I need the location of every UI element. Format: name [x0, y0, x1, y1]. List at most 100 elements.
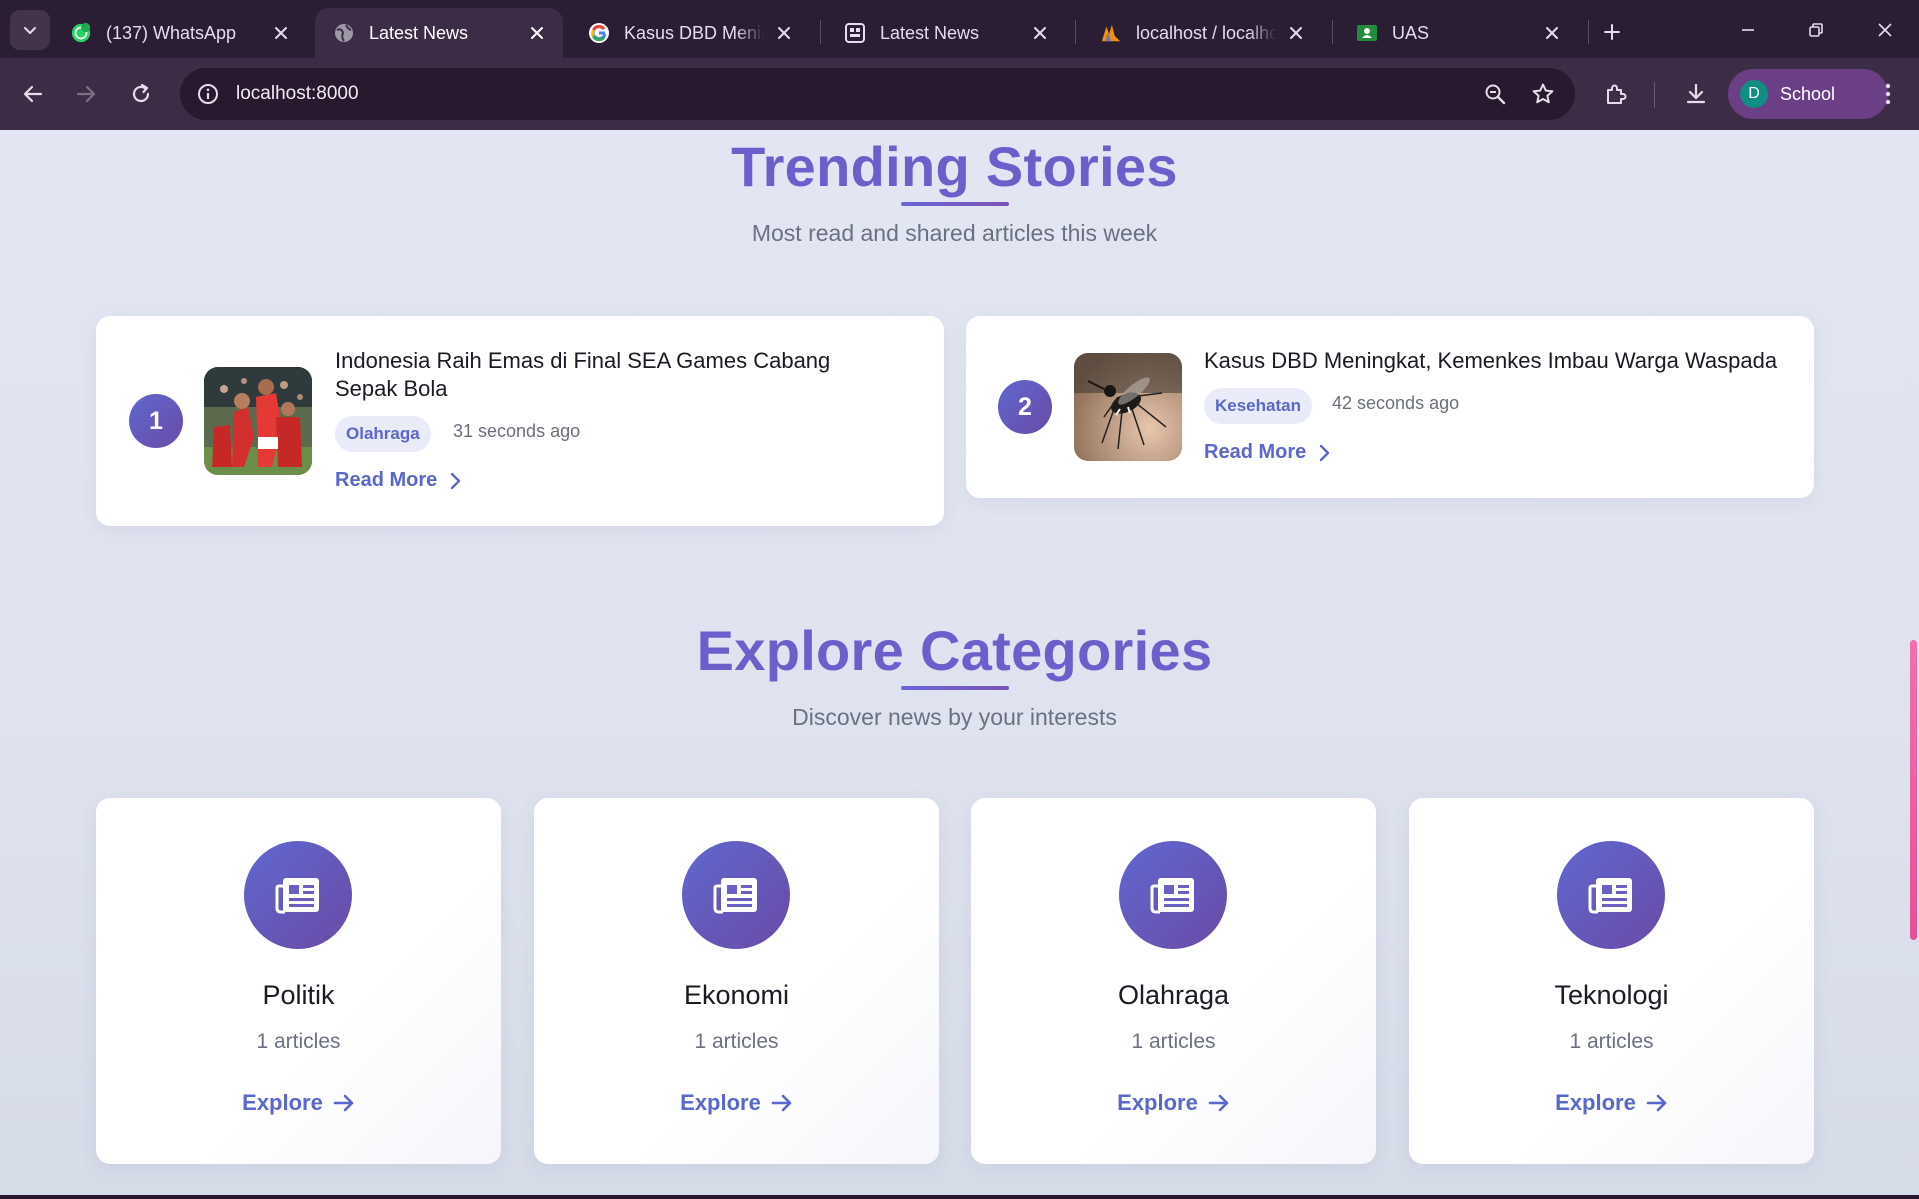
explore-link[interactable]: Explore	[1409, 1090, 1814, 1116]
restore-button[interactable]	[1796, 10, 1836, 50]
tab-title: Kasus DBD Meningkat	[624, 22, 764, 43]
zoom-out-icon	[1485, 84, 1506, 105]
arrow-left-icon	[23, 85, 43, 103]
explore-label: Explore	[680, 1090, 761, 1115]
chevron-right-icon	[451, 472, 461, 489]
category-name: Teknologi	[1554, 980, 1669, 1010]
profile-name: School	[1780, 83, 1836, 104]
rank-badge: 1	[129, 394, 183, 448]
page-scrollbar[interactable]	[1909, 130, 1919, 1199]
category-name: Ekonomi	[683, 980, 790, 1010]
tab-latest-news-active[interactable]: Latest News	[315, 8, 563, 58]
trending-section-title: Trending Stories	[731, 135, 1178, 198]
arrow-right-icon	[771, 1094, 792, 1112]
trending-section-subtitle: Most read and shared articles this week	[751, 220, 1158, 246]
bookmark-button[interactable]	[1523, 74, 1563, 114]
tab-latest-news[interactable]: Latest News	[826, 8, 1066, 58]
article-count: 1 articles	[1569, 1030, 1654, 1053]
category-card-teknologi[interactable]: Teknologi 1 articles Explore	[1409, 798, 1814, 1164]
article-headline[interactable]: Kasus DBD Meningkat, Kemenkes Imbau Warg…	[1204, 347, 1794, 375]
info-icon	[198, 84, 218, 104]
article-count: 1 articles	[256, 1030, 341, 1053]
category-card-olahraga[interactable]: Olahraga 1 articles Explore	[971, 798, 1376, 1164]
explore-label: Explore	[1555, 1090, 1636, 1115]
explore-label: Explore	[1117, 1090, 1198, 1115]
tab-title: Latest News	[880, 22, 980, 43]
tab-title: Latest News	[369, 22, 469, 43]
new-tab-button[interactable]	[1594, 14, 1630, 50]
kebab-menu-icon	[1885, 83, 1891, 105]
category-name: Olahraga	[1117, 980, 1230, 1010]
close-icon[interactable]	[1284, 21, 1308, 45]
close-icon[interactable]	[772, 21, 796, 45]
read-more-link[interactable]: Read More	[1204, 441, 1330, 464]
tab-divider	[1075, 20, 1076, 44]
zoom-button[interactable]	[1475, 74, 1515, 114]
minimize-icon	[1742, 29, 1754, 31]
close-window-button[interactable]	[1865, 10, 1905, 50]
category-name: Politik	[262, 980, 335, 1010]
forward-button[interactable]	[66, 74, 106, 114]
phpmyadmin-icon	[1100, 22, 1122, 44]
tab-search-button[interactable]	[10, 10, 50, 50]
explore-label: Explore	[242, 1090, 323, 1115]
trending-card[interactable]: 1 Indonesia Raih Emas di Final SEA Games…	[96, 316, 944, 526]
profile-button[interactable]: D School	[1728, 69, 1888, 119]
arrow-right-icon	[333, 1094, 354, 1112]
url-text[interactable]: localhost:8000	[236, 83, 1475, 105]
whatsapp-icon	[70, 22, 92, 44]
explore-link[interactable]: Explore	[96, 1090, 501, 1116]
minimize-button[interactable]	[1728, 10, 1768, 50]
site-info-button[interactable]	[190, 76, 226, 112]
tab-title: UAS	[1392, 22, 1430, 43]
close-icon[interactable]	[269, 21, 293, 45]
category-badge[interactable]: Olahraga	[335, 416, 431, 452]
globe-icon	[333, 22, 355, 44]
tab-uas[interactable]: UAS	[1338, 8, 1578, 58]
article-thumbnail	[204, 367, 312, 475]
categories-section-subtitle: Discover news by your interests	[792, 704, 1117, 730]
tab-divider	[1332, 20, 1333, 44]
close-icon[interactable]	[1028, 21, 1052, 45]
scrollbar-thumb[interactable]	[1910, 640, 1917, 940]
app-grid-icon	[844, 22, 866, 44]
explore-link[interactable]: Explore	[534, 1090, 939, 1116]
newspaper-icon	[682, 841, 790, 949]
back-button[interactable]	[13, 74, 53, 114]
category-card-ekonomi[interactable]: Ekonomi 1 articles Explore	[534, 798, 939, 1164]
chevron-down-icon	[24, 27, 36, 34]
newspaper-icon	[244, 841, 352, 949]
arrow-right-icon	[76, 85, 96, 103]
address-bar[interactable]: localhost:8000	[180, 68, 1575, 120]
page-viewport: Trending Stories Most read and shared ar…	[0, 130, 1919, 1199]
read-more-link[interactable]: Read More	[335, 469, 461, 492]
time-ago: 42 seconds ago	[1332, 393, 1460, 413]
trending-card[interactable]: 2 Kasus DBD Meningkat, Kemenkes Imbau Wa…	[966, 316, 1814, 498]
newspaper-icon	[1557, 841, 1665, 949]
newspaper-icon	[1119, 841, 1227, 949]
tab-localhost[interactable]: localhost / localhost	[1082, 8, 1322, 58]
google-icon	[588, 22, 610, 44]
explore-link[interactable]: Explore	[971, 1090, 1376, 1116]
tab-strip: (137) WhatsApp Latest News Kasus DBD Men…	[0, 0, 1919, 58]
chevron-right-icon	[1320, 444, 1330, 461]
title-underline	[901, 202, 1009, 206]
article-count: 1 articles	[694, 1030, 779, 1053]
close-icon[interactable]	[1540, 21, 1564, 45]
arrow-right-icon	[1208, 1094, 1229, 1112]
category-badge[interactable]: Kesehatan	[1204, 388, 1312, 424]
reload-button[interactable]	[121, 74, 161, 114]
tab-whatsapp[interactable]: (137) WhatsApp	[52, 8, 307, 58]
category-card-politik[interactable]: Politik 1 articles Explore	[96, 798, 501, 1164]
classroom-icon	[1356, 22, 1378, 44]
puzzle-icon	[1607, 84, 1627, 104]
tab-kasus-dbd[interactable]: Kasus DBD Meningkat	[570, 8, 810, 58]
browser-menu-button[interactable]	[1868, 74, 1908, 114]
article-count: 1 articles	[1131, 1030, 1216, 1053]
avatar: D	[1740, 80, 1768, 108]
downloads-button[interactable]	[1676, 74, 1716, 114]
article-headline[interactable]: Indonesia Raih Emas di Final SEA Games C…	[335, 347, 895, 403]
extensions-button[interactable]	[1596, 74, 1636, 114]
close-icon[interactable]	[525, 21, 549, 45]
tab-divider	[1588, 20, 1589, 44]
